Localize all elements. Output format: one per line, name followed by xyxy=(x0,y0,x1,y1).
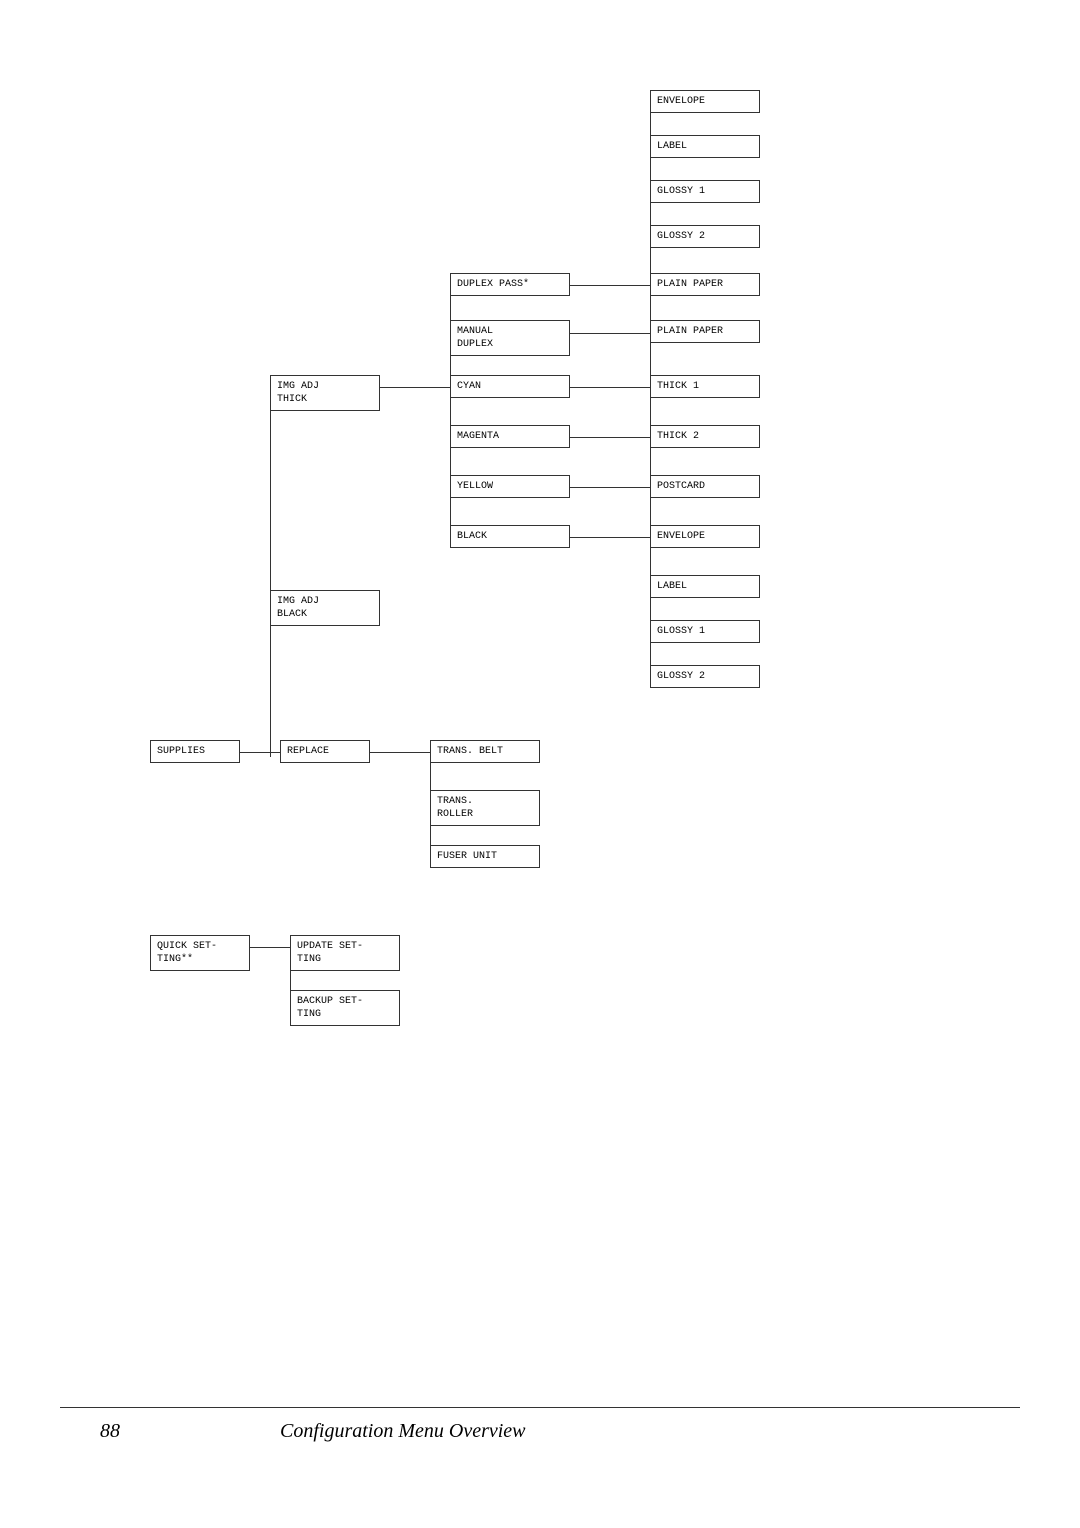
node-img-adj-thick: IMG ADJ THICK xyxy=(270,375,380,411)
node-postcard: POSTCARD xyxy=(650,475,760,498)
hline-magenta-thick2 xyxy=(570,437,650,438)
node-thick2: THICK 2 xyxy=(650,425,760,448)
node-envelope-top: ENVELOPE xyxy=(650,90,760,113)
node-manual-duplex: MANUAL DUPLEX xyxy=(450,320,570,356)
hline-supplies-replace xyxy=(240,752,280,753)
node-envelope-mid: ENVELOPE xyxy=(650,525,760,548)
vline-mid-top xyxy=(450,273,451,285)
page-title: Configuration Menu Overview xyxy=(280,1420,526,1443)
node-quick-setting: QUICK SET- TING** xyxy=(150,935,250,971)
node-glossy1-top: GLOSSY 1 xyxy=(650,180,760,203)
vline-right-mid xyxy=(650,285,651,545)
node-trans-belt: TRANS. BELT xyxy=(430,740,540,763)
node-label-top: LABEL xyxy=(650,135,760,158)
vline-right-full-top xyxy=(650,102,651,285)
vline-main-trunk xyxy=(270,387,271,757)
hline-yellow-postcard xyxy=(570,487,650,488)
node-magenta: MAGENTA xyxy=(450,425,570,448)
node-backup-setting: BACKUP SET- TING xyxy=(290,990,400,1026)
hline-black-envelope-mid xyxy=(570,537,650,538)
node-update-setting: UPDATE SET- TING xyxy=(290,935,400,971)
page: ENVELOPE LABEL GLOSSY 1 GLOSSY 2 DUPLEX … xyxy=(0,0,1080,1528)
vline-right-lower xyxy=(650,537,651,682)
vline-top-entry xyxy=(450,285,451,287)
node-img-adj-black: IMG ADJ BLACK xyxy=(270,590,380,626)
node-black: BLACK xyxy=(450,525,570,548)
vline-trans xyxy=(430,752,431,857)
node-duplex-pass: DUPLEX PASS* xyxy=(450,273,570,296)
node-plain-paper-1: PLAIN PAPER xyxy=(650,273,760,296)
hline-duplex-plain1 xyxy=(570,285,650,286)
node-replace: REPLACE xyxy=(280,740,370,763)
node-yellow: YELLOW xyxy=(450,475,570,498)
hline-manual-plain2 xyxy=(570,333,650,334)
node-fuser-unit: FUSER UNIT xyxy=(430,845,540,868)
node-trans-roller: TRANS. ROLLER xyxy=(430,790,540,826)
hline-replace-trans-belt xyxy=(370,752,430,753)
node-glossy1-mid: GLOSSY 1 xyxy=(650,620,760,643)
node-plain-paper-2: PLAIN PAPER xyxy=(650,320,760,343)
node-thick1: THICK 1 xyxy=(650,375,760,398)
node-glossy2-top: GLOSSY 2 xyxy=(650,225,760,248)
hline-cyan-thick1 xyxy=(570,387,650,388)
node-supplies: SUPPLIES xyxy=(150,740,240,763)
vline-settings xyxy=(290,947,291,1002)
node-glossy2-mid: GLOSSY 2 xyxy=(650,665,760,688)
node-label-mid: LABEL xyxy=(650,575,760,598)
hline-img-adj-thick-mid xyxy=(380,387,450,388)
vline-mid xyxy=(450,285,451,545)
footer-line xyxy=(60,1407,1020,1408)
page-number: 88 xyxy=(100,1420,120,1443)
node-cyan: CYAN xyxy=(450,375,570,398)
hline-quick-update xyxy=(250,947,290,948)
